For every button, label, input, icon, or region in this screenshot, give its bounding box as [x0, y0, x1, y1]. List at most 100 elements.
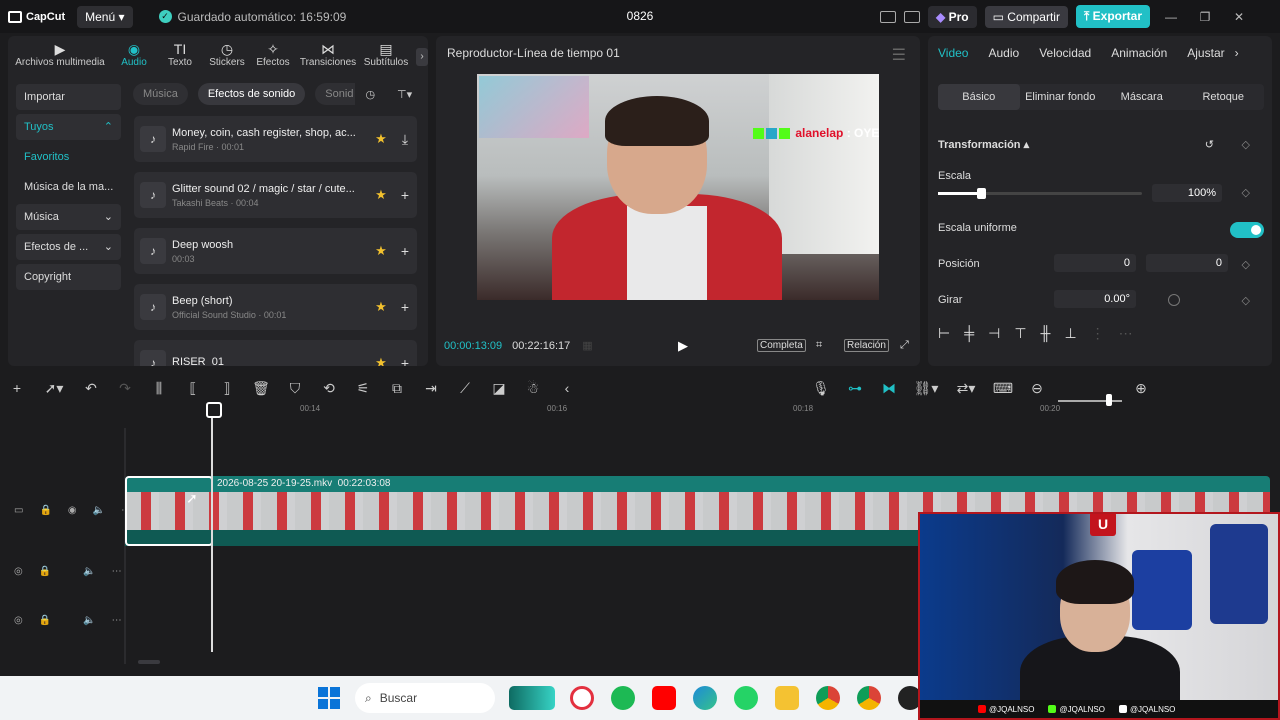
tab-stickers[interactable]: ◷ Stickers — [204, 41, 250, 72]
freeze-icon[interactable]: ⧉ — [380, 380, 414, 397]
pro-button[interactable]: ◆ Pro — [928, 5, 977, 28]
cover-icon[interactable]: ▭ — [14, 505, 23, 516]
split-icon[interactable]: ⫼ — [142, 380, 176, 397]
keyframe-icon[interactable]: ◇ — [1242, 294, 1250, 307]
video-preview[interactable]: alanelap : OYE — [477, 74, 879, 300]
position-y-input[interactable]: 0 — [1146, 254, 1228, 272]
more-icon[interactable]: ⋯ — [112, 615, 122, 626]
share-button[interactable]: ▭ Compartir — [984, 5, 1068, 28]
zoom-in-icon[interactable]: ⊕ — [1124, 380, 1158, 397]
subtab-basic[interactable]: Básico — [938, 84, 1020, 110]
grid-icon[interactable]: ▦ — [582, 339, 592, 352]
edge-icon[interactable] — [693, 686, 717, 710]
position-x-input[interactable]: 0 — [1054, 254, 1136, 272]
nav-copyright[interactable]: Copyright — [16, 264, 121, 290]
list-item[interactable]: ♪ RISER_01 ★ + — [134, 340, 417, 366]
tab-adjust[interactable]: Ajustar — [1177, 46, 1234, 60]
opera-icon[interactable] — [570, 686, 594, 710]
list-item[interactable]: ♪ Glitter sound 02 / magic / star / cute… — [134, 172, 417, 218]
rotate-input[interactable]: 0.00° — [1054, 290, 1136, 308]
align-top-icon[interactable]: ⊤ — [1014, 325, 1026, 342]
tab-video[interactable]: Video — [928, 46, 978, 60]
select-tool-icon[interactable]: ➚▾ — [34, 380, 74, 397]
undo-icon[interactable]: ↶ — [74, 380, 108, 397]
distribute-h-icon[interactable]: ⋮ — [1091, 325, 1105, 342]
timeline-scrollbar[interactable] — [138, 660, 160, 664]
zoom-out-icon[interactable]: ⊖ — [1020, 380, 1054, 397]
magnet-icon[interactable]: ⊶ — [838, 380, 872, 397]
list-item[interactable]: ♪ Beep (short) Official Sound Studio · 00… — [134, 284, 417, 330]
volume-icon[interactable]: 🔈 — [83, 615, 95, 626]
tab-audio[interactable]: Audio — [978, 46, 1029, 60]
transform-section[interactable]: Transformación ▴ ↺ ◇ — [938, 138, 1264, 151]
volume-icon[interactable]: 🔈 — [93, 505, 105, 516]
reverse-icon[interactable]: ⇥ — [414, 380, 448, 397]
star-icon[interactable]: ★ — [369, 131, 393, 147]
scale-slider[interactable] — [938, 188, 1142, 199]
star-icon[interactable]: ★ — [369, 243, 393, 259]
link-icon[interactable]: ⧓ — [872, 380, 906, 397]
tab-audio[interactable]: ◉ Audio — [112, 41, 156, 72]
delete-icon[interactable]: 🗑 — [244, 380, 278, 397]
volume-icon[interactable]: 🔈 — [83, 566, 95, 577]
add-icon[interactable]: + — [393, 187, 417, 203]
list-item[interactable]: ♪ Deep woosh 00:03 ★ + — [134, 228, 417, 274]
keyframe-icon[interactable]: ◇ — [1242, 186, 1250, 199]
split-left-icon[interactable]: ⟦ — [176, 380, 210, 397]
reset-icon[interactable]: ↺ — [1205, 138, 1214, 151]
tab-text[interactable]: TI Texto — [156, 41, 204, 72]
split-right-icon[interactable]: ⟧ — [210, 380, 244, 397]
ratio-button[interactable]: Relación — [844, 339, 889, 352]
add-icon[interactable]: + — [393, 355, 417, 366]
chrome-icon[interactable] — [816, 686, 840, 710]
youtube-icon[interactable] — [652, 686, 676, 710]
align-right-icon[interactable]: ⊣ — [988, 325, 1000, 342]
keyframe-icon[interactable]: ◇ — [1242, 258, 1250, 271]
tab-transitions[interactable]: ⋈ Transiciones — [296, 41, 360, 72]
remove-bg-icon[interactable]: ☃ — [516, 380, 550, 397]
star-icon[interactable]: ★ — [369, 299, 393, 315]
crop-icon[interactable]: ◪ — [482, 380, 516, 397]
align-center-h-icon[interactable]: ╪ — [964, 325, 974, 342]
nav-yours[interactable]: Tuyos ⌃ — [16, 114, 121, 140]
add-icon[interactable]: + — [393, 243, 417, 259]
minimize-icon[interactable]: — — [1158, 10, 1184, 24]
subtab-remove-bg[interactable]: Eliminar fondo — [1020, 84, 1102, 110]
whatsapp-icon[interactable] — [734, 686, 758, 710]
redo-icon[interactable]: ↷ — [108, 380, 142, 397]
mirror-icon[interactable]: ⟋ — [448, 380, 482, 397]
auto-reframe-icon[interactable]: ⚟ — [346, 380, 380, 397]
nav-import[interactable]: Importar — [16, 84, 121, 110]
lock-icon[interactable]: 🔒 — [39, 615, 51, 626]
nav-brand-music[interactable]: Música de la ma... — [16, 174, 121, 200]
more-icon[interactable]: ⋯ — [112, 566, 122, 577]
nav-sound-effects[interactable]: Efectos de ... ⌄ — [16, 234, 121, 260]
chrome-profile-icon[interactable] — [857, 686, 881, 710]
shortcuts-icon[interactable] — [904, 10, 921, 23]
tab-animation[interactable]: Animación — [1101, 46, 1177, 60]
chain-icon[interactable]: ⛓▾ — [906, 380, 946, 397]
collapse-icon[interactable]: ‹ — [550, 380, 584, 396]
scale-slider-knob[interactable] — [977, 188, 986, 199]
microphone-icon[interactable]: 🎙 — [804, 380, 838, 397]
export-button[interactable]: ⤒ Exportar — [1075, 5, 1150, 28]
tab-subtitles[interactable]: ▤ Subtítulos — [360, 41, 412, 72]
clock-icon[interactable]: ◷ — [365, 88, 375, 101]
star-icon[interactable]: ★ — [369, 355, 393, 366]
widgets-icon[interactable] — [509, 686, 555, 710]
rotate-dial-icon[interactable] — [1168, 294, 1180, 306]
folder-icon[interactable] — [775, 686, 799, 710]
layout-icon[interactable] — [880, 10, 897, 23]
lock-icon[interactable]: 🔒 — [39, 566, 51, 577]
add-track-icon[interactable]: + — [0, 380, 34, 396]
distribute-v-icon[interactable]: ⋯ — [1119, 325, 1133, 342]
full-button[interactable]: Completa — [757, 339, 806, 352]
taskbar-search[interactable]: ⌕ Buscar — [355, 683, 495, 713]
nav-music[interactable]: Música ⌄ — [16, 204, 121, 230]
align-left-icon[interactable]: ⊢ — [938, 325, 950, 342]
tab-media[interactable]: ▶ Archivos multimedia — [8, 41, 112, 72]
chevron-right-icon[interactable]: › — [1235, 46, 1239, 60]
preview-axis-icon[interactable]: ⇄▾ — [946, 380, 986, 397]
star-icon[interactable]: ★ — [369, 187, 393, 203]
eye-icon[interactable]: ◉ — [68, 505, 77, 516]
